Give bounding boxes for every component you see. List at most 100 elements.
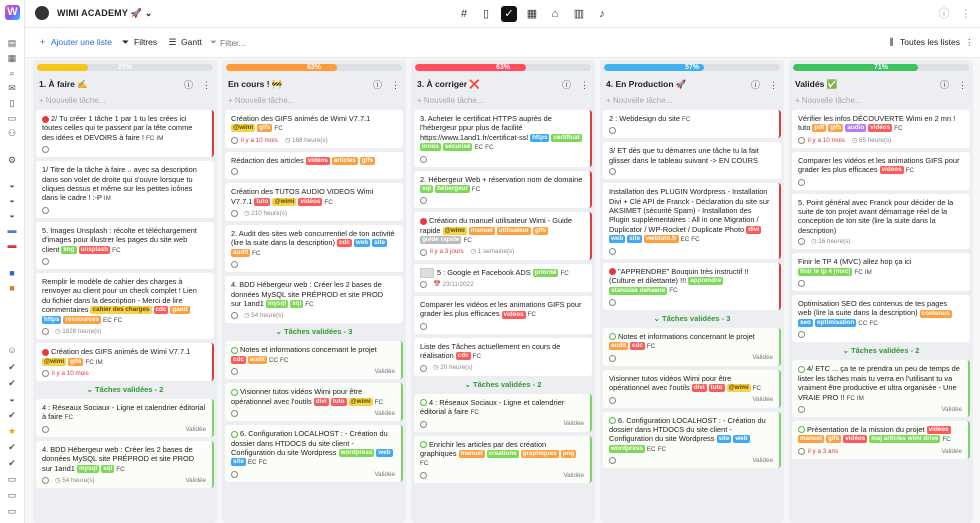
task-card[interactable]: 2. Audit des sites web concurrentiel de … [225,225,403,273]
checkbox-icon[interactable] [609,457,616,465]
task-tag[interactable]: graphiques [520,449,559,458]
task-tag[interactable]: pdf [812,124,827,133]
task-tag[interactable]: vidéos [926,425,951,434]
rail-check-c-icon[interactable]: ✔ [6,410,18,420]
hashtag-icon[interactable]: # [456,6,472,22]
new-task-input[interactable]: + Nouvelle tâche... [417,96,483,105]
task-card[interactable]: Optimisation SEO des contenus de tes pag… [792,295,970,343]
toolbar-more-icon[interactable]: ⋮ [965,37,974,48]
task-card[interactable]: Création des TUTOS AUDIO VIDEOS Wimi V7.… [225,183,403,222]
workspace-avatar[interactable] [35,6,49,20]
validated-tasks-toggle[interactable]: ⌄ Tâches validées - 3 [225,327,403,336]
rail-workspace-e-icon[interactable]: ▬ [6,240,18,250]
task-tag[interactable]: cdc [455,352,471,361]
checkbox-icon[interactable] [798,136,805,144]
task-tag[interactable]: ressources [63,315,101,324]
rail-search-icon[interactable]: ⌕ [6,68,18,78]
done-task-card[interactable]: Notes et informations concernant le proj… [603,327,781,366]
task-card[interactable]: "APPRENDRE" Bouquin très instructif !! (… [603,262,781,310]
all-lists-button[interactable]: ⫼ Toutes les listes [886,37,960,48]
info-icon[interactable]: ⓘ [184,80,193,90]
column-title[interactable]: En cours ! 🚧 [228,79,283,90]
task-tag[interactable]: seo [798,318,813,327]
new-task-input[interactable]: + Nouvelle tâche... [606,96,672,105]
done-task-card[interactable]: 4/ ETC ... ça te re prendra un peu de te… [792,360,970,417]
task-tag[interactable]: mysql [265,300,289,309]
task-card[interactable]: Création des GIFS animés de Wimi V7.7.1 … [225,110,403,148]
task-tag[interactable]: divi [313,397,329,406]
task-tag[interactable]: gifs [828,124,844,133]
task-tag[interactable]: articles [331,156,358,165]
checkbox-icon[interactable] [42,146,49,154]
checkbox-icon[interactable] [420,322,427,330]
done-task-card[interactable]: Enrichir les articles par des création g… [414,435,592,483]
done-task-card[interactable]: 4 : Réseaux Sociaux - Ligne et calendrie… [36,398,214,437]
task-tag[interactable]: gifs [826,435,842,444]
task-card[interactable]: 2/ Tu créer 1 tâche 1 par 1 tu les crées… [36,110,214,158]
task-tag[interactable]: guide rapide [420,236,462,245]
checkbox-icon[interactable] [42,369,49,377]
task-tag[interactable]: gifs [532,226,549,235]
task-card[interactable]: Installation des PLUGIN Wordpress - Inst… [603,183,781,259]
rail-pin-icon[interactable]: ◒ [6,394,18,404]
task-tag[interactable]: cdc [336,239,352,248]
task-tag[interactable]: audio [845,124,867,133]
checkbox-icon[interactable] [798,331,805,339]
task-tag[interactable]: vidéos [298,197,323,206]
rail-workspace-f-icon[interactable]: ■ [6,268,18,278]
task-tag[interactable]: sql [101,464,115,473]
rail-video-icon[interactable]: ▭ [6,113,18,123]
checkbox-icon[interactable] [420,281,427,289]
task-tag[interactable]: sécurisé [442,143,473,152]
checkbox-icon[interactable] [42,206,49,214]
workspace-name[interactable]: WIMI ACADEMY 🚀 ⌄ [57,8,152,19]
task-tag[interactable]: wordpress [338,448,375,457]
checkbox-icon[interactable] [42,425,49,433]
done-task-card[interactable]: 6. Configuration LOCALHOST : - Création … [225,425,403,482]
rail-dashboard-icon[interactable]: ▤ [6,38,18,48]
checkbox-icon[interactable] [420,471,427,479]
add-list-button[interactable]: + Ajouter une liste [37,37,112,47]
calendar-icon[interactable]: ▦ [524,6,540,22]
checkbox-icon[interactable] [420,155,427,163]
task-tag[interactable]: @wimi [272,197,297,206]
task-tag[interactable]: cdc [630,342,645,351]
chart-icon[interactable]: ▥ [571,6,587,22]
task-tag[interactable]: https [530,133,550,142]
task-tag[interactable]: sql [420,185,434,194]
task-tag[interactable]: web [353,239,371,248]
filter-input[interactable] [220,34,520,52]
checkbox-icon[interactable] [231,410,238,418]
checkbox-icon[interactable] [231,136,238,144]
checkbox-icon[interactable] [798,238,805,246]
checkbox-icon[interactable] [609,127,616,135]
checkbox-icon[interactable] [231,261,238,269]
checkbox-icon[interactable] [42,476,49,484]
task-tag[interactable]: webtuto.fr [644,235,679,244]
task-tag[interactable]: vidéos [843,435,868,444]
task-tag[interactable]: audit [247,355,267,364]
checkbox-icon[interactable] [798,447,805,455]
done-task-card[interactable]: Notes et informations concernant le proj… [225,341,403,380]
column-title[interactable]: 1. À faire ✍️ [39,79,88,90]
task-tag[interactable]: divi [746,225,762,234]
task-tag[interactable]: stanislas dehaene [609,286,668,295]
task-tag[interactable]: gifs [68,357,84,366]
task-tag[interactable]: creations [486,449,519,458]
task-tag[interactable]: optimisation [814,318,857,327]
task-tag[interactable]: apprendre [688,277,724,286]
more-icon[interactable]: ⋮ [391,80,400,90]
task-tag[interactable]: contenus [919,309,952,318]
task-tag[interactable]: site [231,458,246,467]
task-card[interactable]: Création du manuel utilisateur Wimi - Gu… [414,212,592,260]
task-card[interactable]: Remplir le modèle de cahier des charges … [36,273,214,340]
checkbox-icon[interactable] [231,210,238,218]
task-tag[interactable]: web [609,235,626,244]
task-tag[interactable]: unsplash [78,245,111,254]
task-tag[interactable]: utilisateur [496,226,531,235]
task-tag[interactable]: audit [609,342,629,351]
task-tag[interactable]: site [627,235,643,244]
rail-workspace-a-icon[interactable]: ◒ [6,180,18,190]
task-card[interactable]: 3/ ET dès que tu démarres une tâche tu l… [603,142,781,180]
task-tag[interactable]: gifs [257,124,273,133]
